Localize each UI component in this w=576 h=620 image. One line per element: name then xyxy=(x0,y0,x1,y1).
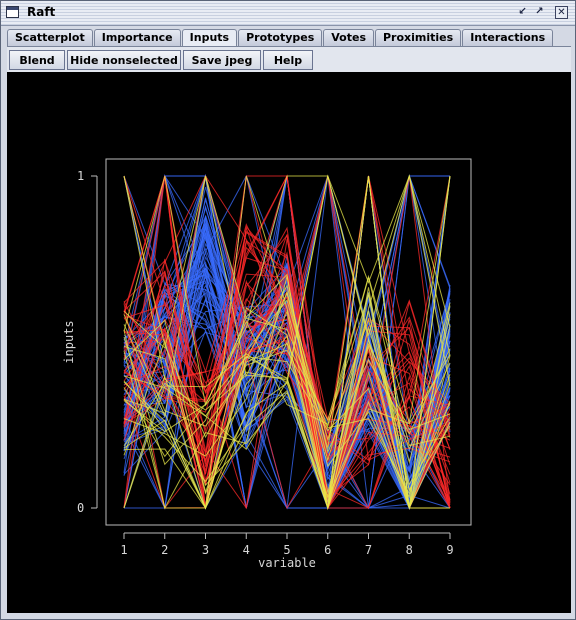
x-tick-label-8: 8 xyxy=(406,543,413,557)
x-tick-label-1: 1 xyxy=(120,543,127,557)
tab-inputs[interactable]: Inputs xyxy=(181,29,238,47)
minimize-icon[interactable]: ↙ xyxy=(516,6,529,19)
hide-nonselected-button[interactable]: Hide nonselected xyxy=(67,50,181,70)
x-axis-label: variable xyxy=(258,556,316,570)
x-ticks: 1 2 3 4 5 6 7 8 9 xyxy=(120,533,454,557)
toolbar: Blend Hide nonselected Save jpeg Help xyxy=(7,46,571,73)
x-tick-label-9: 9 xyxy=(446,543,453,557)
tab-proximities[interactable]: Proximities xyxy=(375,29,462,46)
tab-scatterplot[interactable]: Scatterplot xyxy=(7,29,93,46)
x-tick-label-5: 5 xyxy=(283,543,290,557)
window-icon xyxy=(6,6,19,18)
app-window: Raft ↙ ↗ ✕ Scatterplot Importance Inputs… xyxy=(0,0,576,620)
parallel-coordinates-plot[interactable]: 1 0 inputs 1 2 3 4 5 6 7 8 9 variable xyxy=(7,72,571,613)
x-tick-label-4: 4 xyxy=(243,543,250,557)
tab-importance[interactable]: Importance xyxy=(93,29,181,46)
tab-prototypes[interactable]: Prototypes xyxy=(238,29,323,46)
x-tick-label-2: 2 xyxy=(161,543,168,557)
tab-votes[interactable]: Votes xyxy=(323,29,374,46)
window-title: Raft xyxy=(27,5,56,19)
title-bar[interactable]: Raft ↙ ↗ ✕ xyxy=(1,1,575,26)
data-lines xyxy=(123,174,451,510)
x-tick-label-6: 6 xyxy=(324,543,331,557)
y-tick-label-0: 0 xyxy=(77,501,84,515)
blend-button[interactable]: Blend xyxy=(9,50,65,70)
x-tick-label-3: 3 xyxy=(202,543,209,557)
tab-interactions[interactable]: Interactions xyxy=(462,29,554,46)
chart-svg: 1 0 inputs 1 2 3 4 5 6 7 8 9 variable xyxy=(62,158,472,570)
x-tick-label-7: 7 xyxy=(365,543,372,557)
close-icon[interactable]: ✕ xyxy=(555,6,568,19)
maximize-icon[interactable]: ↗ xyxy=(533,6,546,19)
tab-bar: Scatterplot Importance Inputs Prototypes… xyxy=(7,29,554,47)
help-button[interactable]: Help xyxy=(263,50,313,70)
save-jpeg-button[interactable]: Save jpeg xyxy=(183,50,261,70)
y-axis-label: inputs xyxy=(62,320,76,363)
y-tick-label-1: 1 xyxy=(77,169,84,183)
